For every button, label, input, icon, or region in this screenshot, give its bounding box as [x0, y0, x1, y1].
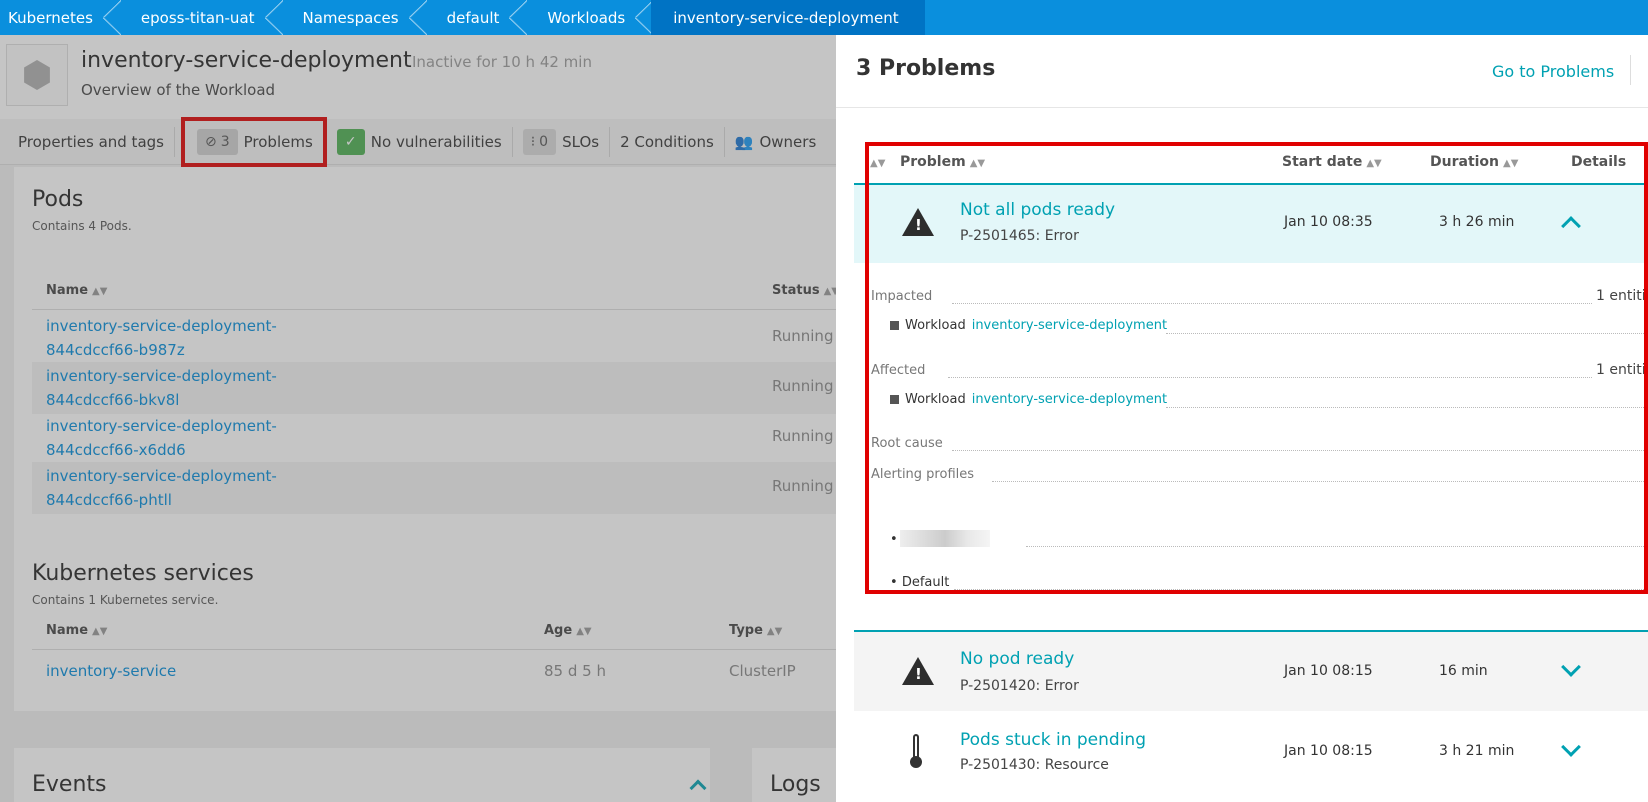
problem-row[interactable]: No pod ready P-2501420: Error Jan 10 08:…	[854, 632, 1648, 711]
problem-row[interactable]: Not all pods ready P-2501465: Error Jan …	[854, 185, 1648, 263]
sort-icon: ▲▼	[870, 158, 886, 169]
overlay-dimmer[interactable]	[0, 35, 836, 802]
list-item: • Default	[890, 575, 950, 590]
breadcrumb: Kubernetes eposs-titan-uat Namespaces de…	[0, 0, 1648, 35]
entity-link[interactable]: inventory-service-deployment	[972, 392, 1167, 407]
breadcrumb-kubernetes[interactable]: Kubernetes	[0, 0, 121, 35]
sort-icon: ▲▼	[969, 158, 986, 169]
breadcrumb-namespaces[interactable]: Namespaces	[281, 0, 427, 35]
impacted-count: 1 entiti	[1596, 288, 1646, 304]
chevron-up-icon[interactable]	[1561, 216, 1581, 236]
impacted-label: Impacted	[871, 289, 933, 304]
problem-name[interactable]: Not all pods ready	[960, 200, 1115, 220]
col-start-date[interactable]: Start date ▲▼	[1282, 154, 1382, 170]
col-sort-handle[interactable]: ▲▼	[866, 154, 885, 170]
entity-link[interactable]: inventory-service-deployment	[972, 318, 1167, 333]
impacted-entity: Workload inventory-service-deployment	[890, 318, 1167, 333]
affected-entity: Workload inventory-service-deployment	[890, 392, 1167, 407]
warning-icon	[902, 657, 934, 685]
redacted-profile	[900, 530, 990, 547]
workload-icon	[890, 321, 899, 330]
problem-duration: 3 h 26 min	[1439, 214, 1515, 230]
problem-start: Jan 10 08:15	[1284, 743, 1373, 759]
col-problem[interactable]: Problem ▲▼	[900, 154, 985, 170]
alerting-profiles-label: Alerting profiles	[871, 467, 975, 482]
panel-title: 3 Problems	[856, 56, 996, 81]
breadcrumb-cluster[interactable]: eposs-titan-uat	[119, 0, 283, 35]
problem-name[interactable]: No pod ready	[960, 649, 1074, 669]
problem-start: Jan 10 08:15	[1284, 663, 1373, 679]
problem-duration: 3 h 21 min	[1439, 743, 1515, 759]
col-duration[interactable]: Duration ▲▼	[1430, 154, 1518, 170]
warning-icon	[902, 208, 934, 236]
problem-id: P-2501430: Resource	[960, 757, 1109, 773]
affected-label: Affected	[871, 363, 926, 378]
workload-page: inventory-service-deployment Inactive fo…	[0, 35, 836, 802]
workload-icon	[890, 395, 899, 404]
col-details: Details	[1571, 154, 1627, 170]
list-item: •	[890, 532, 898, 547]
breadcrumb-namespace[interactable]: default	[425, 0, 528, 35]
chevron-down-icon[interactable]	[1561, 737, 1581, 757]
sort-icon: ▲▼	[1366, 158, 1382, 169]
go-to-problems-link[interactable]: Go to Problems	[1492, 62, 1614, 81]
problem-row[interactable]: Pods stuck in pending P-2501430: Resourc…	[854, 712, 1648, 790]
problem-duration: 16 min	[1439, 663, 1488, 679]
problem-id: P-2501465: Error	[960, 228, 1079, 244]
chevron-down-icon[interactable]	[1561, 657, 1581, 677]
root-cause-label: Root cause	[871, 436, 943, 451]
affected-count: 1 entiti	[1596, 362, 1646, 378]
problem-id: P-2501420: Error	[960, 678, 1079, 694]
problem-start: Jan 10 08:35	[1284, 214, 1373, 230]
breadcrumb-current: inventory-service-deployment	[651, 0, 925, 35]
sort-icon: ▲▼	[1503, 158, 1519, 169]
problems-panel: 3 Problems Go to Problems ▲▼ Problem ▲▼ S…	[836, 35, 1648, 802]
thermometer-icon	[910, 734, 922, 768]
problem-name[interactable]: Pods stuck in pending	[960, 730, 1146, 750]
breadcrumb-workloads[interactable]: Workloads	[525, 0, 654, 35]
